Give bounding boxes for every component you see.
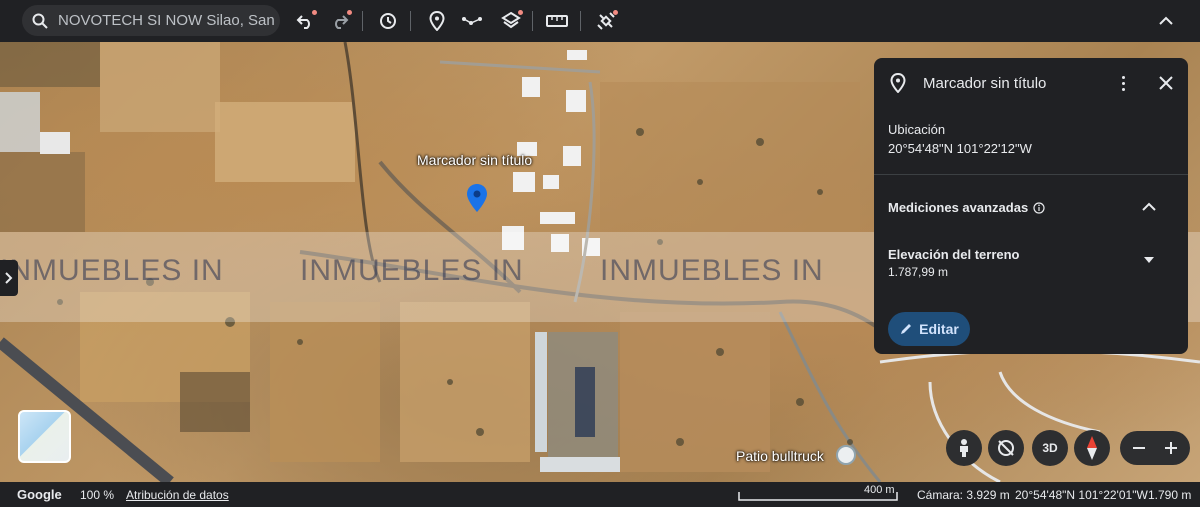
toolbar [0, 0, 1200, 42]
compass-button[interactable] [1074, 430, 1110, 466]
street-view-button[interactable] [946, 430, 982, 466]
edit-label: Editar [919, 321, 959, 337]
plus-icon [1165, 442, 1177, 454]
path-icon [462, 17, 482, 25]
camera-altitude: Cámara: 3.929 m [917, 488, 1010, 502]
search-input[interactable] [58, 12, 278, 29]
divider [874, 174, 1188, 175]
chevron-right-icon [5, 272, 13, 284]
map-style-thumbnail[interactable] [18, 410, 71, 463]
reset-view-button[interactable] [988, 430, 1024, 466]
cursor-elevation: 1.790 m [1148, 488, 1192, 502]
dropdown-arrow-icon[interactable] [1144, 257, 1154, 263]
advanced-label: Mediciones avanzadas [888, 200, 1029, 215]
google-logo: Google [17, 487, 62, 502]
ruler-icon [546, 15, 568, 27]
elevation-value: 1.787,99 m [888, 265, 949, 279]
location-pin-icon[interactable] [467, 184, 487, 212]
edit-button[interactable]: Editar [888, 312, 970, 346]
satellite-button[interactable] [592, 7, 620, 35]
zoom-level: 100 % [80, 488, 115, 502]
expand-side-panel-button[interactable] [0, 260, 18, 296]
watermark-text: INMUEBLES IN [300, 254, 524, 287]
undo-icon [296, 15, 310, 29]
placemark-panel: Marcador sin título Ubicación 20°54'48"N… [874, 58, 1188, 354]
placemark-icon [890, 73, 906, 93]
pegman-icon [960, 439, 968, 457]
zoom-controls [1120, 431, 1190, 465]
cursor-coordinates: 20°54'48"N 101°22'01"W [1015, 488, 1148, 502]
redo-icon [335, 15, 349, 29]
history-icon [380, 13, 396, 29]
tilt-label: 3D [1042, 441, 1058, 455]
chevron-up-icon[interactable] [1142, 202, 1156, 212]
info-icon[interactable] [1033, 201, 1045, 214]
measure-button[interactable] [543, 7, 571, 35]
pencil-icon [901, 324, 912, 334]
elevation-label: Elevación del terreno [888, 247, 1020, 262]
poi-label: Patio bulltruck [736, 448, 824, 464]
draw-path-button[interactable] [458, 7, 486, 35]
location-value: 20°54'48"N 101°22'12"W [888, 141, 1032, 156]
panel-header: Marcador sin título [874, 58, 1188, 108]
poi-icon[interactable] [836, 445, 856, 465]
tilt-3d-button[interactable]: 3D [1032, 430, 1068, 466]
placemark-icon [429, 11, 445, 31]
redo-button[interactable] [326, 7, 354, 35]
data-attribution-link[interactable]: Atribución de datos [126, 488, 229, 502]
reset-orientation-icon [998, 440, 1014, 456]
watermark-text: INMUEBLES IN [600, 254, 824, 287]
zoom-out-button[interactable] [1126, 435, 1152, 461]
layers-button[interactable] [497, 7, 525, 35]
status-bar: Google 100 % Atribución de datos 400 m C… [0, 482, 1200, 507]
scale-label: 400 m [864, 484, 895, 496]
add-placemark-button[interactable] [423, 7, 451, 35]
search-icon [22, 13, 58, 29]
watermark-text: INMUEBLES IN [0, 254, 224, 287]
minus-icon [1133, 447, 1145, 449]
zoom-in-button[interactable] [1158, 435, 1184, 461]
more-options-button[interactable] [1118, 72, 1128, 94]
search-box[interactable] [22, 5, 280, 36]
location-label: Ubicación [888, 122, 946, 137]
panel-title: Marcador sin título [923, 75, 1047, 92]
close-icon[interactable] [1159, 76, 1173, 90]
collapse-toolbar-button[interactable] [1152, 7, 1180, 35]
undo-button[interactable] [291, 7, 319, 35]
advanced-measurements-header[interactable]: Mediciones avanzadas [888, 200, 1045, 215]
history-button[interactable] [374, 7, 402, 35]
chevron-up-icon [1159, 16, 1173, 25]
marker-label: Marcador sin título [417, 152, 533, 168]
compass-icon [1087, 436, 1097, 460]
